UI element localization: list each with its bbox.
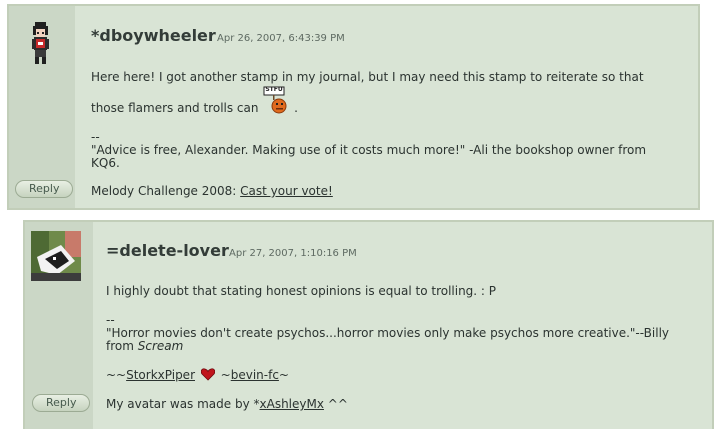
movie-title: Scream	[137, 339, 184, 353]
stfu-stamp-icon: STFU	[262, 86, 290, 116]
comment-sidebar: Reply	[25, 222, 93, 429]
bevin-fc-link[interactable]: bevin-fc	[231, 368, 279, 382]
comment-text: those flamers and trolls can	[91, 101, 259, 115]
timestamp[interactable]: Apr 26, 2007, 6:43:39 PM	[217, 33, 345, 44]
comment-sidebar: Reply	[9, 6, 75, 208]
signature-line: Melody Challenge 2008: Cast your vote!	[91, 184, 333, 198]
tilde-text: ~	[278, 368, 289, 382]
tilde-text: ~	[220, 368, 231, 382]
author-name[interactable]: =delete-lover	[106, 241, 229, 260]
heart-icon	[200, 368, 215, 381]
comment-delete-lover: Reply =delete-lover Apr 27, 2007, 1:10:1…	[23, 220, 714, 429]
signature-quote: KQ6.	[91, 156, 120, 170]
friend-links-line: ~~StorkxPiper ~bevin-fc~	[106, 368, 289, 382]
signature-quote: "Advice is free, Alexander. Making use o…	[91, 143, 647, 157]
stamp-label: STFU	[265, 86, 283, 93]
signature-divider: --	[106, 313, 115, 327]
comment-text: .	[294, 101, 298, 115]
storkxpiper-link[interactable]: StorkxPiper	[126, 368, 195, 382]
signature-text: from	[106, 339, 138, 353]
credit-text: My avatar was made by *	[106, 397, 260, 411]
avatar[interactable]	[31, 231, 81, 281]
xashleymx-link[interactable]: xAshleyMx	[260, 397, 324, 411]
signature-quote: from Scream	[106, 339, 183, 353]
signature-divider: --	[91, 130, 100, 144]
reply-button[interactable]: Reply	[32, 394, 91, 412]
comment-text-line: I highly doubt that stating honest opini…	[106, 284, 497, 298]
comment-body: *dboywheeler Apr 26, 2007, 6:43:39 PM He…	[75, 6, 698, 208]
signature-quote: "Horror movies don't create psychos...ho…	[106, 326, 669, 340]
reply-button[interactable]: Reply	[15, 180, 74, 198]
signature-text: Melody Challenge 2008:	[91, 184, 241, 198]
credit-text: ^^	[323, 397, 348, 411]
cast-vote-link[interactable]: Cast your vote!	[240, 184, 333, 198]
avatar[interactable]	[27, 20, 53, 66]
avatar-credit-line: My avatar was made by *xAshleyMx ^^	[106, 397, 348, 411]
timestamp[interactable]: Apr 27, 2007, 1:10:16 PM	[229, 248, 357, 259]
comment-text-line: those flamers and trolls can STFU .	[91, 86, 298, 116]
author-name[interactable]: *dboywheeler	[91, 26, 216, 45]
tilde-text: ~~	[106, 368, 127, 382]
comment-text-line: Here here! I got another stamp in my jou…	[91, 70, 644, 84]
comment-body: =delete-lover Apr 27, 2007, 1:10:16 PM I…	[93, 222, 712, 429]
comment-dboywheeler: Reply *dboywheeler Apr 26, 2007, 6:43:39…	[7, 4, 700, 210]
